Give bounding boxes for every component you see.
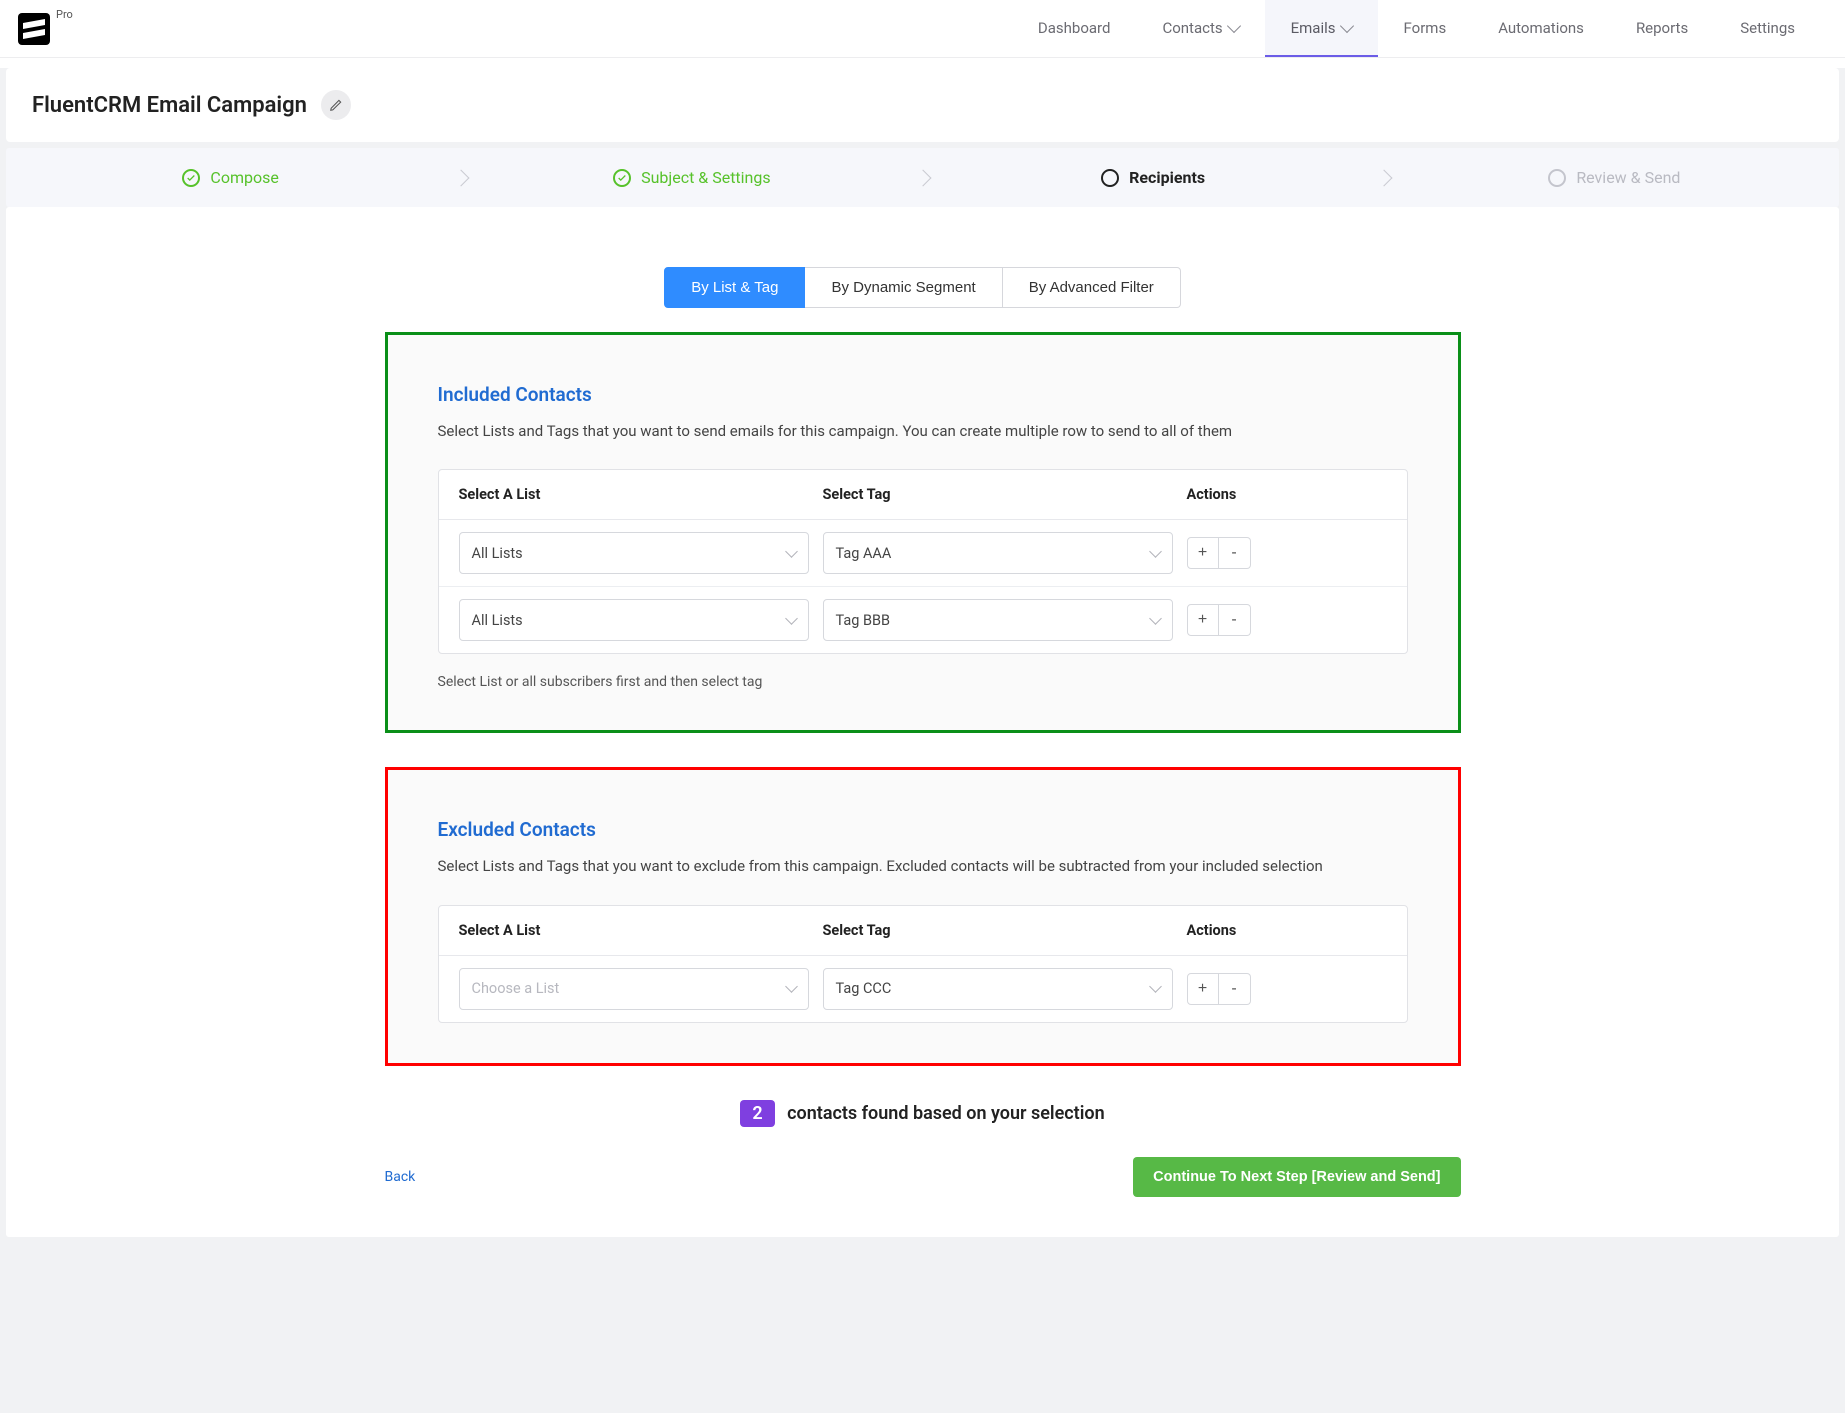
included-rows: Select A List Select Tag Actions All Lis… — [438, 469, 1408, 654]
remove-row-button[interactable]: - — [1219, 537, 1251, 569]
add-row-button[interactable]: + — [1187, 537, 1219, 569]
nav-forms[interactable]: Forms — [1378, 0, 1473, 57]
excluded-rows: Select A List Select Tag Actions Choose … — [438, 905, 1408, 1023]
col-list: Select A List — [459, 486, 823, 503]
included-desc: Select Lists and Tags that you want to s… — [438, 420, 1368, 443]
nav-contacts-label: Contacts — [1162, 19, 1222, 37]
bottom-bar: Back Continue To Next Step [Review and S… — [385, 1157, 1461, 1197]
chevron-down-icon — [1149, 545, 1162, 558]
topbar: Pro Dashboard Contacts Emails Forms Auto… — [0, 0, 1845, 58]
excluded-contacts-box: Excluded Contacts Select Lists and Tags … — [385, 767, 1461, 1065]
nav-dashboard[interactable]: Dashboard — [1012, 0, 1137, 57]
campaign-title: FluentCRM Email Campaign — [32, 93, 307, 118]
tab-by-list[interactable]: By List & Tag — [664, 267, 805, 308]
step-recipients-label: Recipients — [1129, 168, 1205, 187]
top-nav: Dashboard Contacts Emails Forms Automati… — [1012, 0, 1821, 57]
select-tag-value: Tag BBB — [836, 612, 891, 629]
edit-title-button[interactable] — [321, 90, 351, 120]
select-list[interactable]: All Lists — [459, 532, 809, 574]
step-compose-label: Compose — [210, 168, 278, 187]
step-compose[interactable]: Compose — [6, 148, 455, 207]
included-title: Included Contacts — [438, 383, 1408, 406]
col-list: Select A List — [459, 922, 823, 939]
app-logo — [18, 13, 50, 45]
select-tag-value: Tag CCC — [836, 980, 892, 997]
check-circle-icon — [182, 169, 200, 187]
nav-emails-label: Emails — [1291, 19, 1336, 37]
stepper: Compose Subject & Settings Recipients Re… — [6, 148, 1839, 207]
filter-tabs: By List & Tag By Dynamic Segment By Adva… — [6, 267, 1839, 308]
tab-by-segment[interactable]: By Dynamic Segment — [805, 267, 1002, 308]
col-actions: Actions — [1187, 922, 1387, 939]
circle-icon — [1548, 169, 1566, 187]
nav-automations-label: Automations — [1498, 19, 1584, 37]
continue-button[interactable]: Continue To Next Step [Review and Send] — [1133, 1157, 1460, 1197]
row-actions: + - — [1187, 537, 1387, 569]
campaign-title-bar: FluentCRM Email Campaign — [6, 68, 1839, 142]
excluded-desc: Select Lists and Tags that you want to e… — [438, 855, 1368, 878]
select-tag[interactable]: Tag BBB — [823, 599, 1173, 641]
pro-badge: Pro — [56, 8, 73, 21]
page-wrap: FluentCRM Email Campaign Compose Subject… — [0, 68, 1845, 1413]
pencil-icon — [329, 98, 343, 112]
included-header-row: Select A List Select Tag Actions — [439, 470, 1407, 520]
content-card: By List & Tag By Dynamic Segment By Adva… — [6, 207, 1839, 1237]
select-list[interactable]: All Lists — [459, 599, 809, 641]
tab-by-advanced[interactable]: By Advanced Filter — [1003, 267, 1181, 308]
excluded-header-row: Select A List Select Tag Actions — [439, 906, 1407, 956]
nav-emails[interactable]: Emails — [1265, 0, 1378, 57]
included-hint: Select List or all subscribers first and… — [438, 674, 1408, 690]
step-recipients[interactable]: Recipients — [929, 148, 1378, 207]
nav-contacts[interactable]: Contacts — [1136, 0, 1264, 57]
step-review-label: Review & Send — [1576, 168, 1680, 187]
nav-forms-label: Forms — [1404, 19, 1447, 37]
select-tag-value: Tag AAA — [836, 545, 892, 562]
contacts-found: 2 contacts found based on your selection — [6, 1100, 1839, 1127]
chevron-down-icon — [785, 545, 798, 558]
included-row: All Lists Tag AAA + - — [439, 520, 1407, 586]
chevron-down-icon — [1149, 612, 1162, 625]
nav-reports-label: Reports — [1636, 19, 1688, 37]
row-actions: + - — [1187, 973, 1387, 1005]
select-list-value: All Lists — [472, 612, 523, 629]
excluded-title: Excluded Contacts — [438, 818, 1408, 841]
found-text: contacts found based on your selection — [787, 1103, 1105, 1124]
remove-row-button[interactable]: - — [1219, 604, 1251, 636]
included-row: All Lists Tag BBB + - — [439, 586, 1407, 653]
nav-settings[interactable]: Settings — [1714, 0, 1821, 57]
row-actions: + - — [1187, 604, 1387, 636]
chevron-down-icon — [1149, 980, 1162, 993]
found-count-badge: 2 — [740, 1100, 774, 1127]
select-list-value: All Lists — [472, 545, 523, 562]
select-tag[interactable]: Tag AAA — [823, 532, 1173, 574]
nav-dashboard-label: Dashboard — [1038, 19, 1111, 37]
nav-reports[interactable]: Reports — [1610, 0, 1714, 57]
nav-settings-label: Settings — [1740, 19, 1795, 37]
select-tag[interactable]: Tag CCC — [823, 968, 1173, 1010]
add-row-button[interactable]: + — [1187, 604, 1219, 636]
step-subject[interactable]: Subject & Settings — [467, 148, 916, 207]
circle-icon — [1101, 169, 1119, 187]
remove-row-button[interactable]: - — [1219, 973, 1251, 1005]
add-row-button[interactable]: + — [1187, 973, 1219, 1005]
excluded-row: Choose a List Tag CCC + - — [439, 956, 1407, 1022]
chevron-down-icon — [785, 612, 798, 625]
step-subject-label: Subject & Settings — [641, 168, 771, 187]
col-actions: Actions — [1187, 486, 1387, 503]
select-list-placeholder: Choose a List — [472, 980, 560, 997]
chevron-down-icon — [785, 980, 798, 993]
check-circle-icon — [613, 169, 631, 187]
select-list[interactable]: Choose a List — [459, 968, 809, 1010]
chevron-down-icon — [1227, 18, 1241, 32]
step-review[interactable]: Review & Send — [1390, 148, 1839, 207]
nav-automations[interactable]: Automations — [1472, 0, 1610, 57]
included-contacts-box: Included Contacts Select Lists and Tags … — [385, 332, 1461, 733]
back-link[interactable]: Back — [385, 1169, 416, 1185]
col-tag: Select Tag — [823, 922, 1187, 939]
chevron-down-icon — [1339, 18, 1353, 32]
col-tag: Select Tag — [823, 486, 1187, 503]
